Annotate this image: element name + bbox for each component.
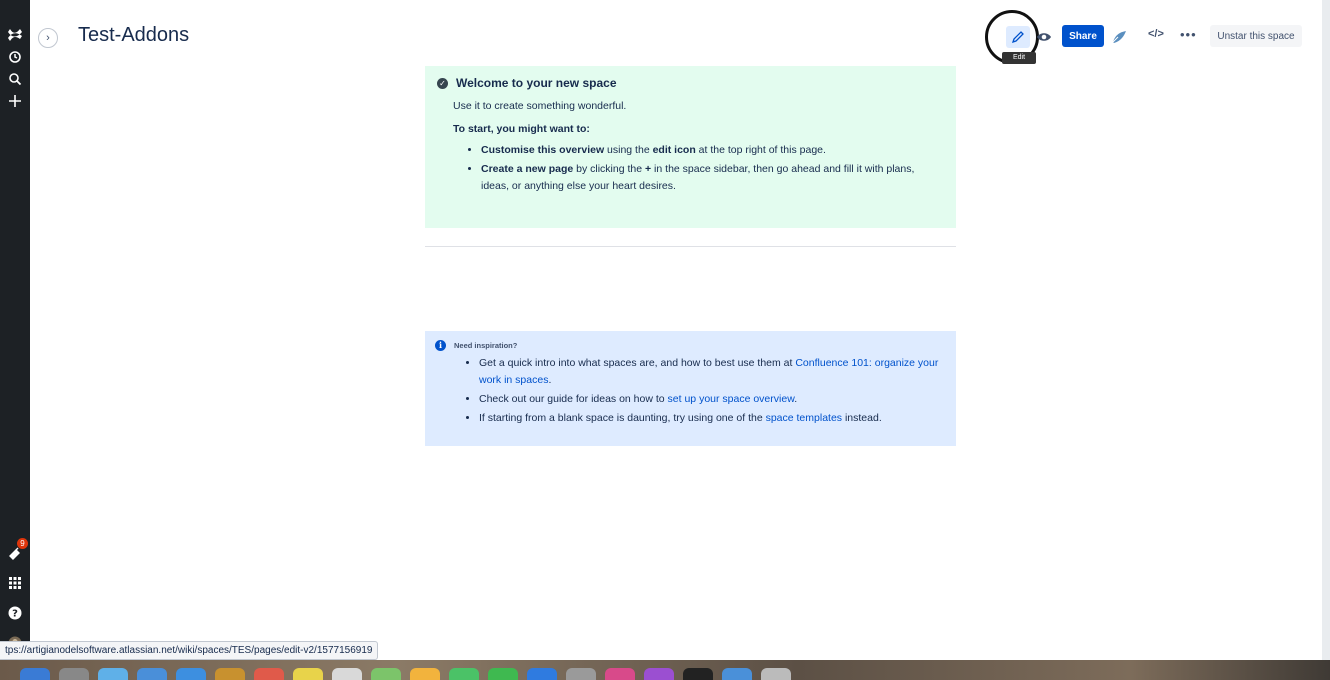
safari-icon[interactable]	[98, 668, 128, 680]
bird-avatar-icon[interactable]	[1110, 28, 1128, 46]
watch-eye-icon[interactable]	[1036, 29, 1052, 45]
svg-text:?: ?	[12, 609, 18, 620]
help-icon[interactable]: ?	[4, 602, 26, 624]
inspiration-panel: i Need inspiration? Get a quick intro in…	[425, 331, 956, 446]
list-item: Check out our guide for ideas on how to …	[479, 391, 942, 408]
trash-icon[interactable]	[761, 668, 791, 680]
edit-tooltip: Edit	[1002, 52, 1036, 64]
global-sidebar: 9 ?	[0, 0, 30, 660]
space-overview-link[interactable]: set up your space overview	[668, 393, 795, 405]
maps-icon[interactable]	[371, 668, 401, 680]
space-templates-link[interactable]: space templates	[766, 412, 842, 424]
notification-badge: 9	[17, 538, 28, 549]
list-item: Customise this overview using the edit i…	[481, 142, 942, 159]
recent-icon[interactable]	[4, 46, 26, 68]
expand-sidebar-button[interactable]: ›	[38, 28, 58, 48]
share-button[interactable]: Share	[1062, 25, 1104, 47]
section-divider	[425, 246, 956, 247]
inspiration-list: Get a quick intro into what spaces are, …	[451, 355, 942, 427]
pencil-icon	[1011, 31, 1024, 44]
launchpad-icon[interactable]	[59, 668, 89, 680]
music-icon[interactable]	[605, 668, 635, 680]
start-list: Customise this overview using the edit i…	[453, 142, 942, 195]
notifications-icon[interactable]: 9	[4, 538, 28, 564]
list-item: Get a quick intro into what spaces are, …	[479, 355, 942, 389]
app-switcher-icon[interactable]	[4, 572, 26, 594]
messages-icon[interactable]	[449, 668, 479, 680]
dock-icons	[0, 668, 1330, 680]
calendar-icon[interactable]	[254, 668, 284, 680]
more-actions-icon[interactable]: •••	[1180, 27, 1197, 42]
embed-code-icon[interactable]: </>	[1148, 28, 1164, 40]
notes-icon[interactable]	[215, 668, 245, 680]
info-icon: i	[435, 340, 446, 351]
welcome-heading: Welcome to your new space	[456, 76, 617, 90]
list-item: If starting from a blank space is daunti…	[479, 410, 942, 427]
preview-icon[interactable]	[332, 668, 362, 680]
edit-button[interactable]	[1006, 26, 1030, 48]
slack-icon[interactable]	[722, 668, 752, 680]
finder-icon[interactable]	[20, 668, 50, 680]
photos-icon[interactable]	[410, 668, 440, 680]
confluence-logo-icon[interactable]	[4, 24, 26, 46]
stickies-icon[interactable]	[293, 668, 323, 680]
settings-icon[interactable]	[566, 668, 596, 680]
inspiration-heading: Need inspiration?	[454, 341, 518, 350]
chrome-icon[interactable]	[137, 668, 167, 680]
search-icon[interactable]	[4, 68, 26, 90]
create-plus-icon[interactable]	[4, 90, 26, 112]
chevron-right-icon: ›	[46, 32, 50, 44]
appstore-icon[interactable]	[527, 668, 557, 680]
mail-icon[interactable]	[176, 668, 206, 680]
podcasts-icon[interactable]	[644, 668, 674, 680]
page-title: Test-Addons	[78, 24, 190, 46]
page-scroll-track	[1322, 0, 1330, 660]
unstar-space-button[interactable]: Unstar this space	[1210, 25, 1302, 47]
start-heading: To start, you might want to:	[453, 123, 590, 135]
check-circle-icon: ✓	[437, 77, 448, 89]
terminal-icon[interactable]	[683, 668, 713, 680]
welcome-panel: ✓ Welcome to your new space Use it to cr…	[425, 66, 956, 228]
list-item: Create a new page by clicking the + in t…	[481, 161, 942, 195]
facetime-icon[interactable]	[488, 668, 518, 680]
status-bar-url: tps://artigianodelsoftware.atlassian.net…	[0, 641, 379, 660]
welcome-intro: Use it to create something wonderful.	[453, 100, 627, 112]
